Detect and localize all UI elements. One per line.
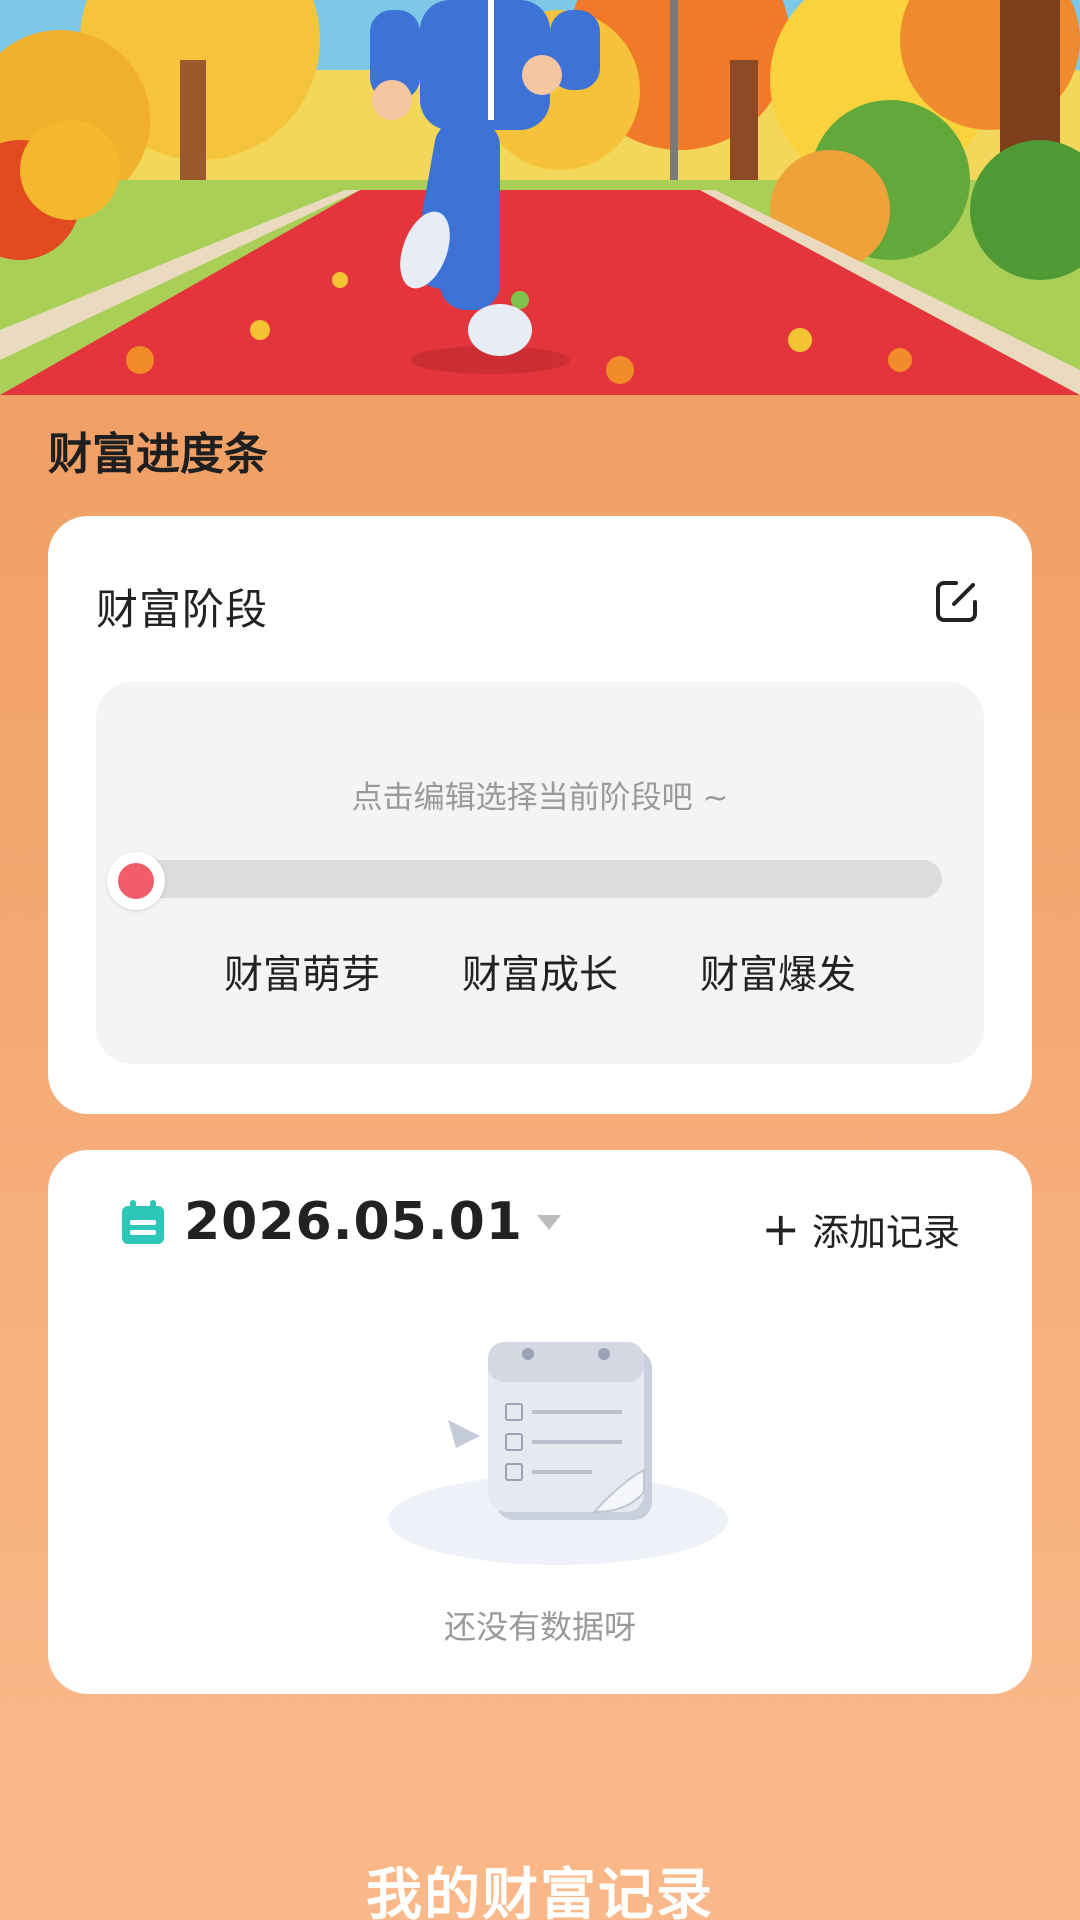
plus-icon: + bbox=[761, 1202, 800, 1256]
stage-progress-knob[interactable] bbox=[107, 852, 165, 910]
stage-hint: 点击编辑选择当前阶段吧 ~ bbox=[351, 780, 729, 816]
stage-labels: 财富萌芽 财富成长 财富爆发 bbox=[96, 944, 984, 998]
stage-label-sprout[interactable]: 财富萌芽 bbox=[192, 944, 412, 1000]
chevron-down-icon bbox=[536, 1214, 561, 1230]
stage-label-burst[interactable]: 财富爆发 bbox=[668, 944, 888, 1000]
empty-list-icon bbox=[388, 1342, 728, 1565]
selected-date: 2026.05.01 bbox=[184, 1192, 523, 1252]
edit-icon[interactable] bbox=[934, 578, 980, 624]
running-park-illustration bbox=[0, 0, 1080, 395]
stage-label-growth[interactable]: 财富成长 bbox=[430, 944, 650, 1000]
stage-panel[interactable]: 点击编辑选择当前阶段吧 ~ 财富萌芽 财富成长 财富爆发 bbox=[96, 682, 984, 1064]
add-record-button[interactable]: + 添加记录 bbox=[761, 1202, 960, 1256]
empty-state-text: 还没有数据呀 bbox=[443, 1608, 636, 1646]
hero-illustration bbox=[0, 0, 1080, 395]
date-picker[interactable]: 2026.05.01 bbox=[120, 1192, 561, 1252]
stage-card-title: 财富阶段 bbox=[96, 585, 269, 634]
my-records-title: 我的财富记录 bbox=[366, 1863, 714, 1920]
records-card: 2026.05.01 + 添加记录 还没有数据呀 bbox=[48, 1150, 1032, 1694]
stage-progress-track[interactable] bbox=[136, 860, 942, 898]
add-record-label: 添加记录 bbox=[812, 1211, 960, 1254]
section-title: 财富进度条 bbox=[48, 429, 268, 480]
wealth-stage-card: 财富阶段 点击编辑选择当前阶段吧 ~ 财富萌芽 财富成长 财富爆发 bbox=[48, 516, 1032, 1114]
calendar-icon bbox=[122, 1200, 164, 1244]
